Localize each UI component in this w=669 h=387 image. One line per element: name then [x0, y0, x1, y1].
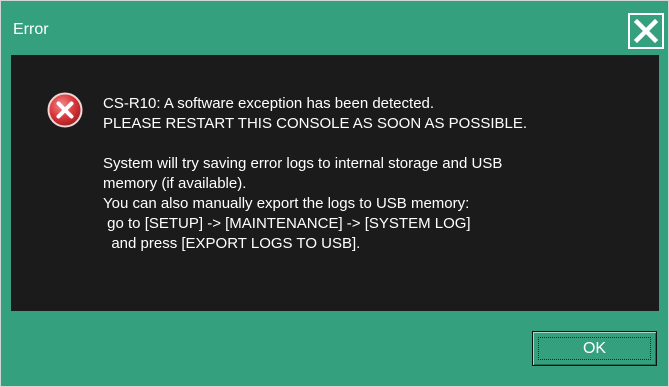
message-line: PLEASE RESTART THIS CONSOLE AS SOON AS P…	[103, 115, 528, 132]
message-line: CS-R10: A software exception has been de…	[103, 95, 435, 112]
button-bar: OK	[1, 311, 668, 387]
window-title: Error	[13, 21, 49, 38]
close-icon	[633, 18, 659, 44]
message-line: memory (if available).	[103, 175, 247, 192]
ok-button-label: OK	[582, 340, 607, 357]
message-line: System will try saving error logs to int…	[103, 155, 503, 172]
error-icon	[47, 92, 83, 128]
message-line: go to [SETUP] -> [MAINTENANCE] -> [SYSTE…	[103, 215, 471, 232]
error-message: CS-R10: A software exception has been de…	[103, 94, 653, 254]
title-bar: Error	[1, 1, 668, 55]
message-panel: CS-R10: A software exception has been de…	[11, 55, 659, 311]
message-line: and press [EXPORT LOGS TO USB].	[103, 235, 361, 252]
message-line: You can also manually export the logs to…	[103, 195, 470, 212]
close-button[interactable]	[628, 13, 664, 49]
ok-button[interactable]: OK	[532, 331, 657, 366]
error-dialog: Error CS-R10: A software exception has b…	[0, 0, 669, 387]
